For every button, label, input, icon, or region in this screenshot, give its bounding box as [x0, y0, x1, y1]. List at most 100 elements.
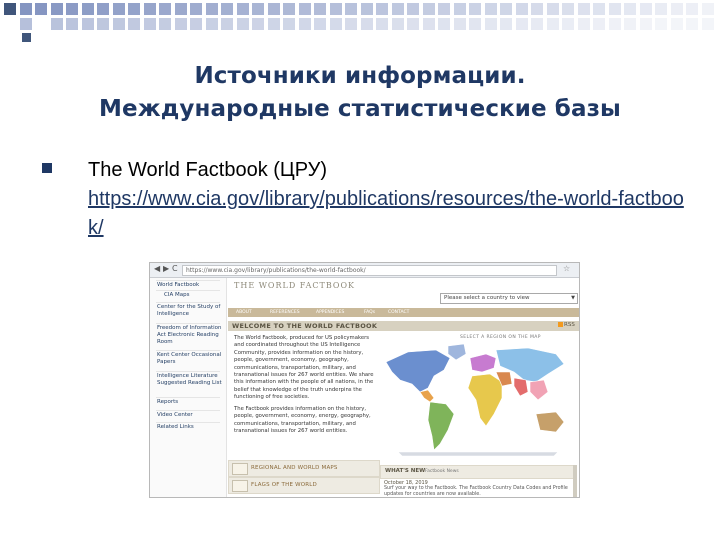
factbook-tabs: ABOUT REFERENCES APPENDICES FAQs CONTACT — [228, 308, 579, 317]
bookmark-star-icon[interactable]: ☆ — [563, 264, 570, 273]
decorative-square — [267, 18, 280, 30]
sidebar-link[interactable]: Center for the Study of Intelligence — [157, 304, 223, 318]
decorative-square — [19, 18, 32, 30]
decorative-square — [252, 3, 264, 15]
sidebar-link[interactable]: Freedom of Information Act Electronic Re… — [157, 325, 223, 346]
decorative-square — [670, 18, 683, 30]
rss-label: RSS — [564, 322, 575, 328]
decorative-square — [577, 18, 590, 30]
sidebar-link[interactable]: CIA Maps — [164, 292, 230, 299]
decorative-square — [376, 18, 388, 30]
decorative-square — [190, 18, 202, 30]
decorative-square — [50, 3, 63, 15]
factbook-main: THE WORLD FACTBOOK Please select a count… — [228, 278, 579, 497]
sidebar-link[interactable]: Reports — [157, 399, 223, 406]
browser-address-bar: ◀ ▶ C https://www.cia.gov/library/public… — [150, 263, 579, 278]
decorative-square — [190, 3, 202, 15]
decorative-square — [546, 3, 559, 15]
sidebar-divider — [156, 302, 220, 303]
square-bullet-icon — [42, 163, 52, 173]
decorative-square — [686, 3, 698, 15]
decorative-square — [236, 18, 249, 30]
decorative-square — [81, 3, 94, 15]
forward-icon[interactable]: ▶ — [163, 264, 169, 273]
sidebar-link[interactable]: Kent Center Occasional Papers — [157, 352, 223, 366]
news-subtitle: Factbook News — [425, 469, 459, 474]
decorative-square — [221, 18, 233, 30]
url-field[interactable]: https://www.cia.gov/library/publications… — [182, 265, 557, 276]
sidebar-divider — [156, 323, 220, 324]
welcome-bar: WELCOME TO THE WORLD FACTBOOK RSS — [228, 321, 579, 331]
decorative-square — [531, 18, 543, 30]
decorative-square — [515, 3, 528, 15]
welcome-title: WELCOME TO THE WORLD FACTBOOK — [232, 322, 378, 330]
decorative-square — [329, 18, 342, 30]
decorative-square — [35, 3, 47, 15]
news-text: Surf your way to the Factbook. The Factb… — [384, 486, 568, 497]
decorative-square — [205, 18, 218, 30]
decorative-square — [469, 18, 481, 30]
decorative-square — [422, 3, 435, 15]
rss-icon — [558, 322, 563, 327]
rss-link[interactable]: RSS — [558, 322, 575, 328]
decorative-square — [236, 3, 249, 15]
decorative-square — [252, 18, 264, 30]
decorative-square — [639, 18, 652, 30]
decorative-square — [298, 3, 311, 15]
sidebar-link[interactable]: Intelligence Literature Suggested Readin… — [157, 373, 223, 387]
decorative-square — [221, 3, 233, 15]
decorative-square — [515, 18, 528, 30]
intro-paragraph: The World Factbook, produced for US poli… — [234, 335, 374, 401]
decorative-square — [608, 3, 621, 15]
decorative-square — [686, 18, 698, 30]
decorative-square — [97, 18, 109, 30]
sidebar-link[interactable]: World Factbook — [157, 282, 223, 289]
sidebar-divider — [156, 422, 220, 423]
decorative-square — [112, 18, 125, 30]
decorative-square — [546, 18, 559, 30]
country-select[interactable]: Please select a country to view ▼ — [440, 293, 578, 304]
panel-flags[interactable]: FLAGS OF THE WORLD — [228, 477, 380, 494]
tab-references[interactable]: REFERENCES — [270, 309, 300, 316]
decorative-square — [624, 3, 636, 15]
whats-new-header: WHAT'S NEW Factbook News — [380, 465, 577, 479]
world-map[interactable] — [378, 340, 574, 458]
news-scrollbar[interactable] — [573, 465, 577, 497]
decorative-square — [407, 3, 419, 15]
decorative-square — [283, 3, 295, 15]
sidebar-divider — [156, 290, 220, 291]
slide-title: Источники информации. Международные стат… — [0, 60, 720, 126]
decorative-square — [701, 18, 714, 30]
back-icon[interactable]: ◀ — [154, 264, 160, 273]
map-thumbnail-icon — [232, 463, 248, 475]
decorative-square — [159, 3, 171, 15]
factbook-screenshot: ◀ ▶ C https://www.cia.gov/library/public… — [149, 262, 580, 498]
tab-contact[interactable]: CONTACT — [388, 309, 409, 316]
decorative-square — [345, 3, 357, 15]
decorative-square — [81, 18, 94, 30]
decorative-square — [391, 3, 404, 15]
decorative-square — [407, 18, 419, 30]
tab-about[interactable]: ABOUT — [236, 309, 252, 316]
chevron-down-icon: ▼ — [571, 295, 575, 301]
sidebar-divider — [156, 350, 220, 351]
sidebar-link[interactable]: Related Links — [157, 424, 223, 431]
decorative-square — [205, 3, 218, 15]
tab-appendices[interactable]: APPENDICES — [316, 309, 344, 316]
decorative-square — [593, 18, 605, 30]
decorative-square — [469, 3, 481, 15]
sidebar-divider — [156, 397, 220, 398]
factbook-link[interactable]: https://www.cia.gov/library/publications… — [88, 185, 688, 243]
panel-regional-maps[interactable]: REGIONAL AND WORLD MAPS — [228, 460, 380, 477]
sidebar-link[interactable]: Video Center — [157, 412, 223, 419]
bullet-text: The World Factbook (ЦРУ) — [88, 159, 327, 181]
decorative-square — [298, 18, 311, 30]
decorative-square — [670, 3, 683, 15]
decorative-square — [608, 18, 621, 30]
decorative-square — [345, 18, 357, 30]
decorative-square — [174, 18, 187, 30]
decorative-square — [639, 3, 652, 15]
decorative-square — [174, 3, 187, 15]
reload-icon[interactable]: C — [172, 264, 178, 273]
tab-faqs[interactable]: FAQs — [364, 309, 375, 316]
